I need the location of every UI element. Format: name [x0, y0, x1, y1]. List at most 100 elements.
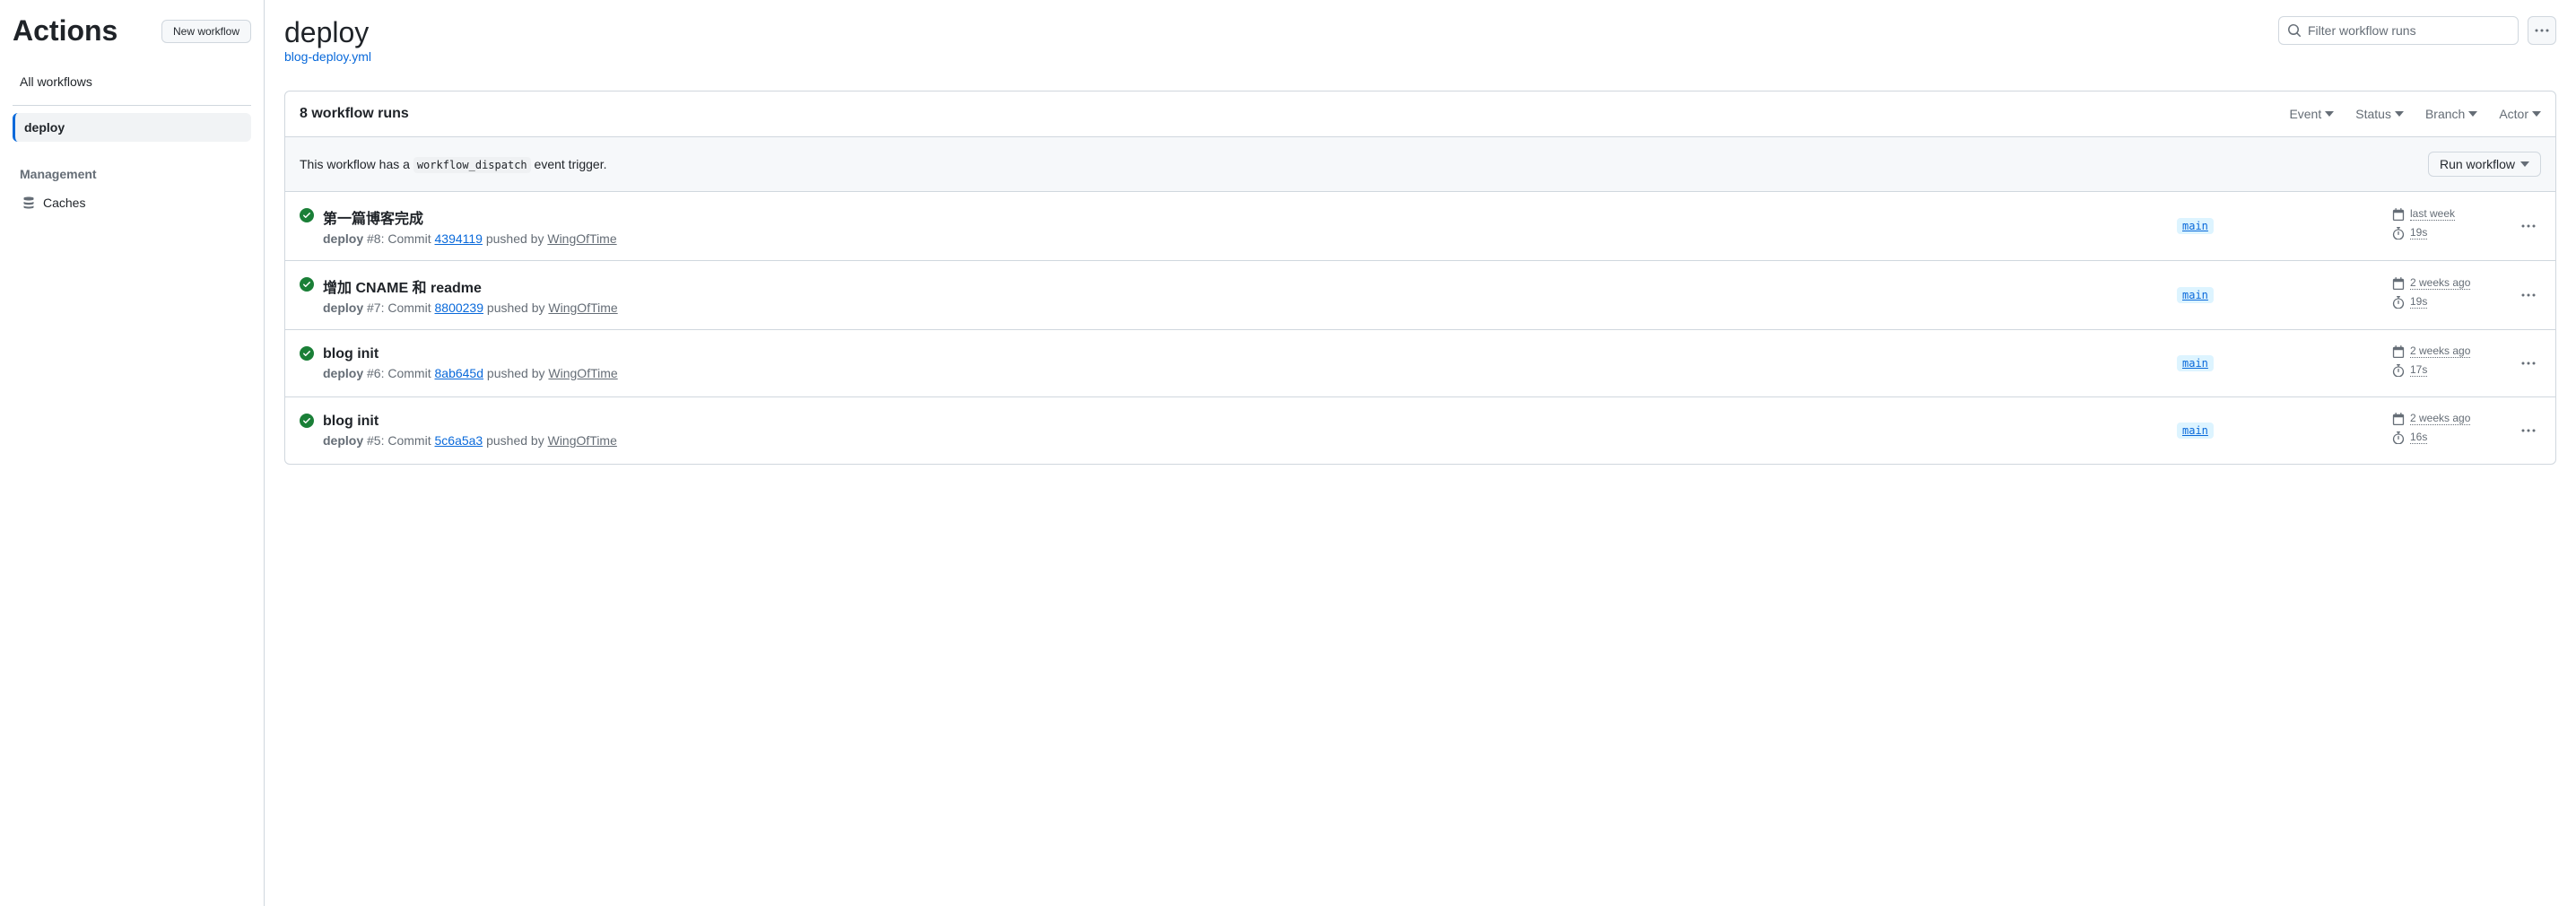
- sidebar-workflow-deploy[interactable]: deploy: [13, 113, 251, 142]
- run-number: #6: [367, 366, 381, 380]
- run-main: 第一篇博客完成 deploy #8: Commit 4394119 pushed…: [323, 206, 2177, 246]
- run-when: last week: [2410, 207, 2455, 221]
- run-number: #8: [367, 231, 381, 246]
- run-item: 增加 CNAME 和 readme deploy #7: Commit 8800…: [285, 261, 2555, 330]
- run-menu-button[interactable]: [2516, 418, 2541, 443]
- search-icon: [2287, 23, 2302, 38]
- caches-label: Caches: [43, 196, 85, 210]
- sidebar-header: Actions New workflow: [13, 14, 251, 48]
- filter-group: Event Status Branch Actor: [2289, 107, 2541, 121]
- run-when-row: 2 weeks ago: [2392, 344, 2509, 358]
- sidebar-title: Actions: [13, 14, 117, 48]
- run-branch-col: main: [2177, 423, 2392, 439]
- run-number: #5: [367, 433, 381, 448]
- run-branch-col: main: [2177, 218, 2392, 234]
- database-icon: [22, 196, 36, 210]
- branch-badge[interactable]: main: [2177, 287, 2214, 303]
- run-subtitle: deploy #5: Commit 5c6a5a3 pushed by Wing…: [323, 433, 2177, 448]
- run-duration-row: 17s: [2392, 363, 2509, 377]
- branch-badge[interactable]: main: [2177, 355, 2214, 371]
- run-when: 2 weeks ago: [2410, 412, 2470, 425]
- run-workflow-name: deploy: [323, 231, 363, 246]
- kebab-icon: [2535, 23, 2549, 38]
- calendar-icon: [2392, 345, 2405, 358]
- run-when-row: 2 weeks ago: [2392, 412, 2509, 425]
- run-number: #7: [367, 301, 381, 315]
- actor-link[interactable]: WingOfTime: [548, 366, 617, 380]
- run-title[interactable]: blog init: [323, 346, 2177, 362]
- main-content: deploy blog-deploy.yml 8 workflow runs E: [265, 0, 2576, 906]
- run-menu-button[interactable]: [2516, 283, 2541, 308]
- stopwatch-icon: [2392, 431, 2405, 444]
- kebab-icon: [2521, 423, 2536, 438]
- divider: [13, 105, 251, 106]
- check-circle-icon: [300, 277, 314, 292]
- run-item: blog init deploy #6: Commit 8ab645d push…: [285, 330, 2555, 397]
- new-workflow-button[interactable]: New workflow: [161, 20, 251, 43]
- page-title-block: deploy blog-deploy.yml: [284, 16, 371, 64]
- dispatch-suffix: event trigger.: [531, 157, 607, 171]
- runs-count-label: 8 workflow runs: [300, 106, 409, 122]
- caret-down-icon: [2325, 111, 2334, 117]
- search-wrapper: [2278, 16, 2519, 45]
- filter-status-label: Status: [2355, 107, 2391, 121]
- run-duration-row: 19s: [2392, 226, 2509, 240]
- run-when-col: 2 weeks ago 17s: [2392, 344, 2509, 382]
- all-workflows-link[interactable]: All workflows: [13, 65, 251, 98]
- management-section-label: Management: [13, 167, 251, 181]
- branch-badge[interactable]: main: [2177, 218, 2214, 234]
- dispatch-row: This workflow has a workflow_dispatch ev…: [285, 137, 2555, 192]
- filter-event-label: Event: [2289, 107, 2321, 121]
- run-workflow-name: deploy: [323, 433, 363, 448]
- commit-sha-link[interactable]: 5c6a5a3: [435, 433, 483, 448]
- run-menu-button[interactable]: [2516, 213, 2541, 239]
- actor-link[interactable]: WingOfTime: [548, 301, 617, 315]
- run-title[interactable]: 第一篇博客完成: [323, 206, 2177, 228]
- kebab-icon: [2521, 219, 2536, 233]
- workflow-item-label: deploy: [24, 120, 65, 135]
- runs-list: 第一篇博客完成 deploy #8: Commit 4394119 pushed…: [285, 192, 2555, 464]
- caches-link[interactable]: Caches: [13, 188, 251, 217]
- page-header-actions: [2278, 16, 2556, 45]
- workflow-file-link[interactable]: blog-deploy.yml: [284, 49, 371, 64]
- run-duration-row: 16s: [2392, 431, 2509, 444]
- run-when-col: last week 19s: [2392, 207, 2509, 245]
- kebab-icon: [2521, 356, 2536, 370]
- check-circle-icon: [300, 414, 314, 428]
- run-item: blog init deploy #5: Commit 5c6a5a3 push…: [285, 397, 2555, 464]
- run-subtitle: deploy #7: Commit 8800239 pushed by Wing…: [323, 301, 2177, 315]
- search-input[interactable]: [2278, 16, 2519, 45]
- run-workflow-name: deploy: [323, 366, 363, 380]
- caret-down-icon: [2468, 111, 2477, 117]
- run-title[interactable]: 增加 CNAME 和 readme: [323, 275, 2177, 297]
- run-when-row: 2 weeks ago: [2392, 276, 2509, 290]
- commit-sha-link[interactable]: 8ab645d: [435, 366, 484, 380]
- run-when: 2 weeks ago: [2410, 276, 2470, 290]
- run-menu-button[interactable]: [2516, 351, 2541, 376]
- workflow-menu-button[interactable]: [2528, 16, 2556, 45]
- actor-link[interactable]: WingOfTime: [548, 433, 617, 448]
- run-workflow-button[interactable]: Run workflow: [2428, 152, 2541, 177]
- filter-event[interactable]: Event: [2289, 107, 2334, 121]
- stopwatch-icon: [2392, 227, 2405, 240]
- run-workflow-label: Run workflow: [2440, 157, 2515, 171]
- runs-box-header: 8 workflow runs Event Status Branch Acto…: [285, 91, 2555, 137]
- run-workflow-name: deploy: [323, 301, 363, 315]
- run-main: blog init deploy #6: Commit 8ab645d push…: [323, 346, 2177, 380]
- page-title: deploy: [284, 16, 371, 49]
- filter-actor-label: Actor: [2499, 107, 2528, 121]
- run-title[interactable]: blog init: [323, 414, 2177, 430]
- commit-sha-link[interactable]: 8800239: [435, 301, 484, 315]
- run-when-col: 2 weeks ago 19s: [2392, 276, 2509, 314]
- filter-branch[interactable]: Branch: [2425, 107, 2477, 121]
- calendar-icon: [2392, 208, 2405, 221]
- branch-badge[interactable]: main: [2177, 423, 2214, 439]
- runs-box: 8 workflow runs Event Status Branch Acto…: [284, 91, 2556, 465]
- check-circle-icon: [300, 346, 314, 361]
- kebab-icon: [2521, 288, 2536, 302]
- commit-sha-link[interactable]: 4394119: [435, 231, 483, 246]
- check-circle-icon: [300, 208, 314, 222]
- filter-actor[interactable]: Actor: [2499, 107, 2541, 121]
- filter-status[interactable]: Status: [2355, 107, 2404, 121]
- actor-link[interactable]: WingOfTime: [547, 231, 616, 246]
